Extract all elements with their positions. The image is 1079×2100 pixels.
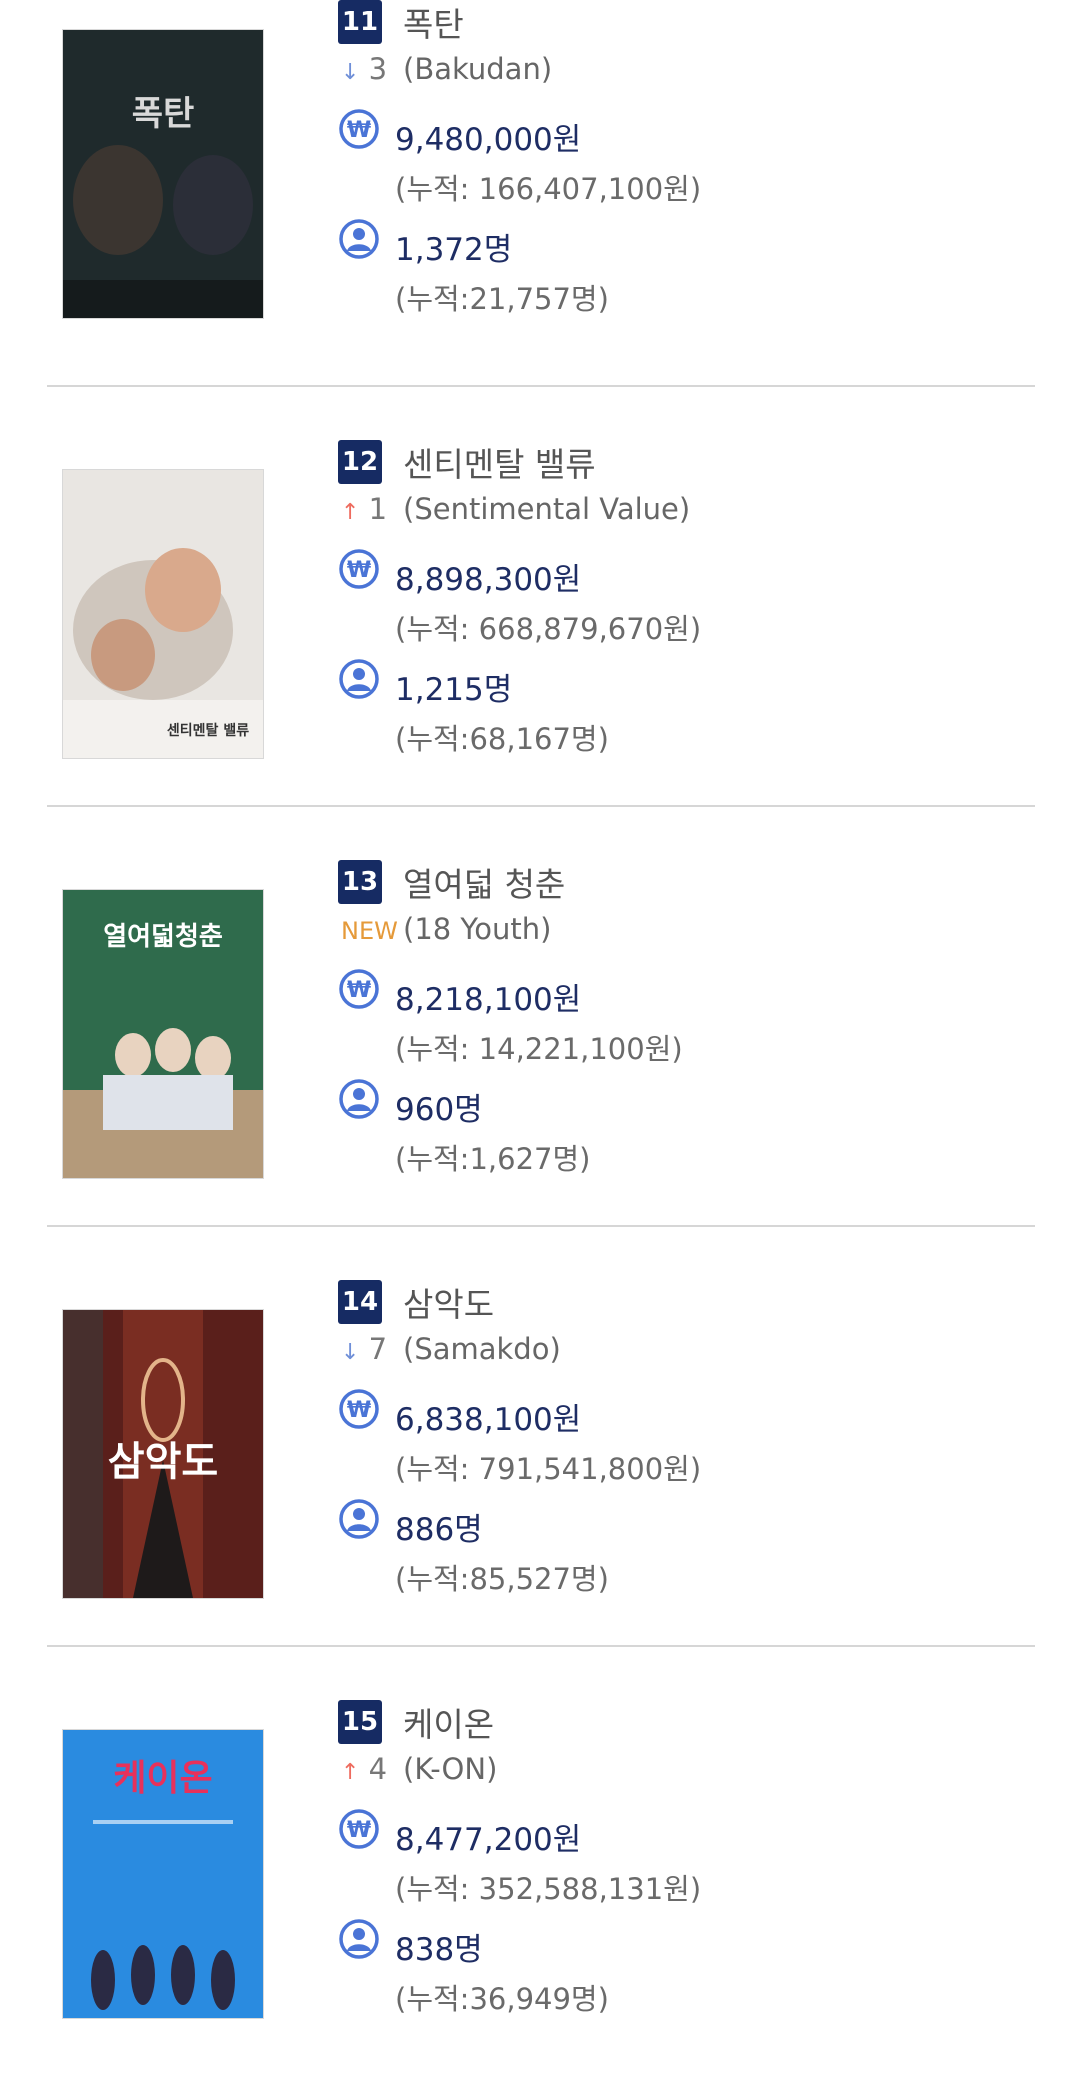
rank-change-value: 3 [359, 52, 388, 86]
poster-title: 케이온 [113, 1758, 212, 1799]
poster-art: 열여덟청춘 [63, 890, 263, 1178]
poster-title: 삼악도 [108, 1439, 218, 1485]
movie-title-korean[interactable]: 케이온 [403, 1698, 494, 1746]
new-badge: NEW [341, 917, 398, 945]
won-circle-icon: ₩ [339, 549, 379, 589]
person-circle-icon [339, 1079, 379, 1119]
poster-title: 열여덟청춘 [103, 922, 223, 952]
svg-text:₩: ₩ [347, 1398, 371, 1423]
movie-title-english: (Sentimental Value) [403, 492, 691, 526]
rank-change-value: 4 [359, 1752, 388, 1786]
poster-art: 센티멘탈 밸류 [63, 470, 263, 758]
rank-change: ↑ 4 [341, 1752, 387, 1786]
arrow-up-icon: ↑ [341, 1760, 360, 1785]
rank-change-value: 1 [359, 492, 388, 526]
movie-item[interactable]: 삼악도 14 삼악도 ↓ 7 (Samakdo) ₩ 6,838,100원 (누… [0, 1260, 1079, 1680]
daily-sales: 8,477,200원 [395, 1822, 582, 1858]
daily-sales: 8,898,300원 [395, 562, 582, 598]
rank-change: ↓ 7 [341, 1332, 387, 1366]
movie-title-english: (K-ON) [403, 1752, 498, 1786]
cumulative-sales: (누적: 14,221,100원) [395, 1032, 683, 1066]
item-divider [47, 1645, 1035, 1647]
cumulative-sales: (누적: 668,879,670원) [395, 612, 702, 646]
won-circle-icon: ₩ [339, 1389, 379, 1429]
arrow-down-icon: ↓ [341, 1340, 360, 1365]
rank-badge: 12 [338, 440, 382, 484]
rank-badge: 15 [338, 1700, 382, 1744]
person-circle-icon [339, 219, 379, 259]
daily-audience: 886명 [395, 1512, 483, 1548]
cumulative-sales: (누적: 791,541,800원) [395, 1452, 702, 1486]
movie-item[interactable]: 케이온 15 케이온 ↑ 4 (K-ON) ₩ 8,477,200원 (누적: … [0, 1680, 1079, 2100]
movie-title-korean[interactable]: 센티멘탈 밸류 [403, 438, 596, 486]
rank-change-value: 7 [359, 1332, 388, 1366]
daily-audience: 1,215명 [395, 672, 513, 708]
item-divider [47, 1225, 1035, 1227]
movie-poster[interactable]: 열여덟청춘 [63, 890, 263, 1178]
item-divider [47, 385, 1035, 387]
daily-sales: 9,480,000원 [395, 122, 582, 158]
person-circle-icon [339, 1919, 379, 1959]
rank-change: ↑ 1 [341, 492, 387, 526]
won-circle-icon: ₩ [339, 109, 379, 149]
cumulative-audience: (누적:21,757명) [395, 282, 609, 316]
svg-text:₩: ₩ [347, 118, 371, 143]
person-circle-icon [339, 659, 379, 699]
movie-poster[interactable]: 케이온 [63, 1730, 263, 2018]
poster-art: 삼악도 [63, 1310, 263, 1598]
daily-audience: 960명 [395, 1092, 483, 1128]
movie-poster[interactable]: 삼악도 [63, 1310, 263, 1598]
poster-title: 센티멘탈 밸류 [167, 722, 249, 739]
cumulative-sales: (누적: 166,407,100원) [395, 172, 702, 206]
cumulative-audience: (누적:85,527명) [395, 1562, 609, 1596]
poster-art: 케이온 [63, 1730, 263, 2018]
cumulative-audience: (누적:68,167명) [395, 722, 609, 756]
movie-title-english: (Bakudan) [403, 52, 553, 86]
cumulative-sales: (누적: 352,588,131원) [395, 1872, 702, 1906]
arrow-up-icon: ↑ [341, 500, 360, 525]
cumulative-audience: (누적:1,627명) [395, 1142, 591, 1176]
rank-badge: 14 [338, 1280, 382, 1324]
movie-title-english: (Samakdo) [403, 1332, 561, 1366]
item-divider [47, 805, 1035, 807]
daily-audience: 1,372명 [395, 232, 513, 268]
rank-change: NEW [341, 912, 398, 946]
movie-poster[interactable]: 센티멘탈 밸류 [63, 470, 263, 758]
poster-art: 폭탄 [63, 30, 263, 318]
svg-text:₩: ₩ [347, 1818, 371, 1843]
rank-change: ↓ 3 [341, 52, 387, 86]
movie-title-korean[interactable]: 삼악도 [403, 1278, 494, 1326]
won-circle-icon: ₩ [339, 1809, 379, 1849]
movie-item[interactable]: 센티멘탈 밸류 12 센티멘탈 밸류 ↑ 1 (Sentimental Valu… [0, 420, 1079, 840]
movie-poster[interactable]: 폭탄 [63, 30, 263, 318]
movie-title-korean[interactable]: 폭탄 [403, 0, 464, 46]
rank-badge: 13 [338, 860, 382, 904]
daily-sales: 8,218,100원 [395, 982, 582, 1018]
arrow-down-icon: ↓ [341, 60, 360, 85]
movie-item[interactable]: 열여덟청춘 13 열여덟 청춘 NEW (18 Youth) ₩ 8,218,1… [0, 840, 1079, 1260]
won-circle-icon: ₩ [339, 969, 379, 1009]
daily-sales: 6,838,100원 [395, 1402, 582, 1438]
daily-audience: 838명 [395, 1932, 483, 1968]
movie-item[interactable]: 폭탄 11 폭탄 ↓ 3 (Bakudan) ₩ 9,480,000원 (누적:… [0, 0, 1079, 400]
svg-text:₩: ₩ [347, 978, 371, 1003]
svg-text:₩: ₩ [347, 558, 371, 583]
person-circle-icon [339, 1499, 379, 1539]
poster-title: 폭탄 [132, 94, 195, 134]
movie-title-korean[interactable]: 열여덟 청춘 [403, 858, 565, 906]
rank-badge: 11 [338, 0, 382, 44]
cumulative-audience: (누적:36,949명) [395, 1982, 609, 2016]
movie-title-english: (18 Youth) [403, 912, 552, 946]
